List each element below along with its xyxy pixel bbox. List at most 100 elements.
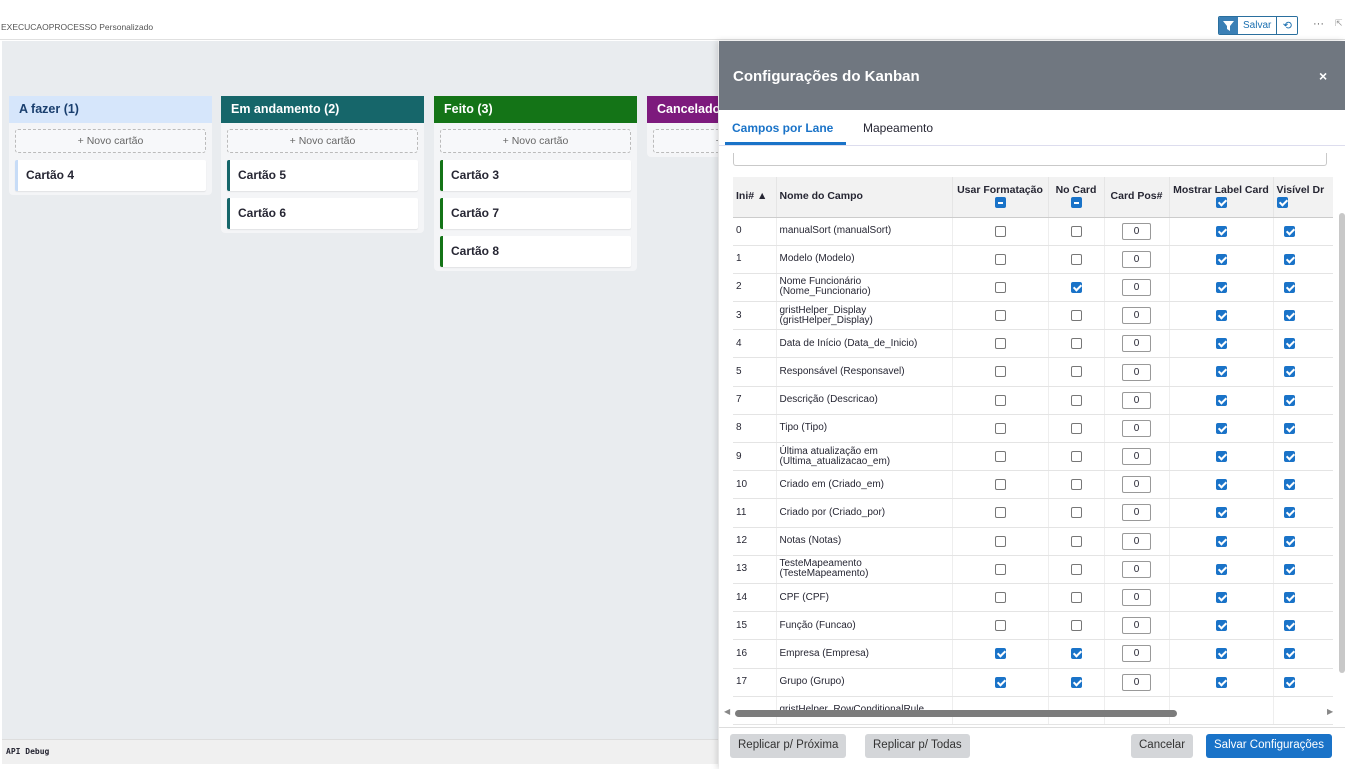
show-label-checkbox[interactable] bbox=[1215, 338, 1227, 350]
visible-checkbox[interactable] bbox=[1283, 253, 1295, 265]
on-card-checkbox[interactable] bbox=[1070, 479, 1082, 491]
on-card-checkbox[interactable] bbox=[1070, 394, 1082, 406]
show-label-checkbox[interactable] bbox=[1215, 676, 1227, 688]
card-pos-input[interactable]: 0 bbox=[1122, 673, 1151, 691]
card-pos-input[interactable]: 0 bbox=[1122, 589, 1151, 607]
show-label-checkbox[interactable] bbox=[1215, 225, 1227, 237]
use-format-checkbox[interactable] bbox=[994, 648, 1006, 660]
replicate-all-button[interactable]: Replicar p/ Todas bbox=[865, 734, 970, 758]
use-format-checkbox[interactable] bbox=[994, 507, 1006, 519]
card-pos-input[interactable]: 0 bbox=[1122, 645, 1151, 663]
card-pos-input[interactable]: 0 bbox=[1122, 363, 1151, 381]
card-pos-input[interactable]: 0 bbox=[1122, 278, 1151, 296]
new-card-button[interactable]: + Novo cartão bbox=[653, 129, 718, 153]
lane-title[interactable]: Cancelado bbox=[647, 96, 718, 123]
use-format-checkbox[interactable] bbox=[994, 479, 1006, 491]
on-card-checkbox[interactable] bbox=[1070, 620, 1082, 632]
card-pos-input[interactable]: 0 bbox=[1122, 532, 1151, 550]
use-format-checkbox[interactable] bbox=[994, 451, 1006, 463]
visible-checkbox[interactable] bbox=[1283, 310, 1295, 322]
col-no-card[interactable]: No Card bbox=[1048, 177, 1105, 218]
col-ini[interactable]: Ini# ▲ bbox=[733, 177, 777, 218]
new-card-button[interactable]: + Novo cartão bbox=[15, 129, 206, 153]
use-format-checkbox[interactable] bbox=[994, 253, 1006, 265]
use-format-checkbox[interactable] bbox=[994, 310, 1006, 322]
use-format-checkbox[interactable] bbox=[994, 422, 1006, 434]
visible-checkbox[interactable] bbox=[1283, 620, 1295, 632]
save-button[interactable]: Salvar bbox=[1238, 17, 1278, 34]
on-card-checkbox[interactable] bbox=[1070, 366, 1082, 378]
card-pos-input[interactable]: 0 bbox=[1122, 504, 1151, 522]
visible-checkbox[interactable] bbox=[1283, 507, 1295, 519]
col-usar-formatacao[interactable]: Usar Formatação bbox=[952, 177, 1049, 218]
lane-select-box[interactable] bbox=[733, 153, 1327, 166]
on-card-checkbox[interactable] bbox=[1070, 451, 1082, 463]
cancel-button[interactable]: Cancelar bbox=[1131, 734, 1194, 758]
on-card-checkbox[interactable] bbox=[1070, 225, 1082, 237]
kanban-card[interactable]: Cartão 7 bbox=[440, 198, 631, 229]
tab-mapeamento[interactable]: Mapeamento bbox=[863, 121, 933, 135]
show-label-checkbox[interactable] bbox=[1215, 253, 1227, 265]
kanban-card[interactable]: Cartão 5 bbox=[227, 160, 418, 191]
use-format-checkbox[interactable] bbox=[994, 338, 1006, 350]
card-pos-input[interactable]: 0 bbox=[1122, 560, 1151, 578]
show-label-checkbox[interactable] bbox=[1215, 648, 1227, 660]
card-pos-input[interactable]: 0 bbox=[1122, 419, 1151, 437]
kanban-card[interactable]: Cartão 8 bbox=[440, 236, 631, 267]
col-visivel[interactable]: Visível Dr bbox=[1273, 177, 1333, 218]
col-mostrar-label[interactable]: Mostrar Label Card bbox=[1169, 177, 1274, 218]
on-card-checkbox[interactable] bbox=[1070, 310, 1082, 322]
card-pos-input[interactable]: 0 bbox=[1122, 335, 1151, 353]
save-config-button[interactable]: Salvar Configurações bbox=[1206, 734, 1332, 758]
on-card-checkbox[interactable] bbox=[1070, 648, 1082, 660]
use-format-checkbox[interactable] bbox=[994, 394, 1006, 406]
visible-checkbox[interactable] bbox=[1283, 366, 1295, 378]
lane-title[interactable]: Em andamento (2) bbox=[221, 96, 424, 123]
col-card-pos[interactable]: Card Pos# bbox=[1104, 177, 1170, 218]
show-label-checkbox[interactable] bbox=[1215, 563, 1227, 575]
use-format-checkbox[interactable] bbox=[994, 563, 1006, 575]
kanban-card[interactable]: Cartão 6 bbox=[227, 198, 418, 229]
more-options-icon[interactable]: ··· bbox=[1313, 18, 1324, 30]
col-nome-campo[interactable]: Nome do Campo bbox=[776, 177, 953, 218]
show-label-checkbox[interactable] bbox=[1215, 451, 1227, 463]
on-card-checkbox[interactable] bbox=[1070, 535, 1082, 547]
card-pos-input[interactable]: 0 bbox=[1122, 391, 1151, 409]
kanban-card[interactable]: Cartão 4 bbox=[15, 160, 206, 191]
visible-checkbox[interactable] bbox=[1283, 394, 1295, 406]
show-label-checkbox[interactable] bbox=[1215, 310, 1227, 322]
select-all-label-checkbox[interactable] bbox=[1215, 196, 1227, 208]
vertical-scrollbar[interactable] bbox=[1339, 213, 1345, 673]
expand-icon[interactable]: ⇱ bbox=[1335, 18, 1343, 29]
use-format-checkbox[interactable] bbox=[994, 225, 1006, 237]
card-pos-input[interactable]: 0 bbox=[1122, 222, 1151, 240]
show-label-checkbox[interactable] bbox=[1215, 591, 1227, 603]
visible-checkbox[interactable] bbox=[1283, 648, 1295, 660]
lane-title[interactable]: A fazer (1) bbox=[9, 96, 212, 123]
visible-checkbox[interactable] bbox=[1283, 451, 1295, 463]
visible-checkbox[interactable] bbox=[1283, 535, 1295, 547]
card-pos-input[interactable]: 0 bbox=[1122, 476, 1151, 494]
visible-checkbox[interactable] bbox=[1283, 563, 1295, 575]
on-card-checkbox[interactable] bbox=[1070, 563, 1082, 575]
show-label-checkbox[interactable] bbox=[1215, 620, 1227, 632]
tab-campos-por-lane[interactable]: Campos por Lane bbox=[732, 121, 833, 135]
scroll-left-icon[interactable]: ◀ bbox=[724, 707, 730, 716]
on-card-checkbox[interactable] bbox=[1070, 422, 1082, 434]
show-label-checkbox[interactable] bbox=[1215, 479, 1227, 491]
show-label-checkbox[interactable] bbox=[1215, 394, 1227, 406]
card-pos-input[interactable]: 0 bbox=[1122, 617, 1151, 635]
on-card-checkbox[interactable] bbox=[1070, 338, 1082, 350]
lane-title[interactable]: Feito (3) bbox=[434, 96, 637, 123]
on-card-checkbox[interactable] bbox=[1070, 676, 1082, 688]
card-pos-input[interactable]: 0 bbox=[1122, 448, 1151, 466]
visible-checkbox[interactable] bbox=[1283, 479, 1295, 491]
select-all-card-checkbox[interactable] bbox=[1070, 196, 1082, 208]
visible-checkbox[interactable] bbox=[1283, 225, 1295, 237]
show-label-checkbox[interactable] bbox=[1215, 535, 1227, 547]
api-debug-label[interactable]: API Debug bbox=[2, 739, 718, 764]
visible-checkbox[interactable] bbox=[1283, 281, 1295, 293]
use-format-checkbox[interactable] bbox=[994, 591, 1006, 603]
kanban-card[interactable]: Cartão 3 bbox=[440, 160, 631, 191]
on-card-checkbox[interactable] bbox=[1070, 253, 1082, 265]
